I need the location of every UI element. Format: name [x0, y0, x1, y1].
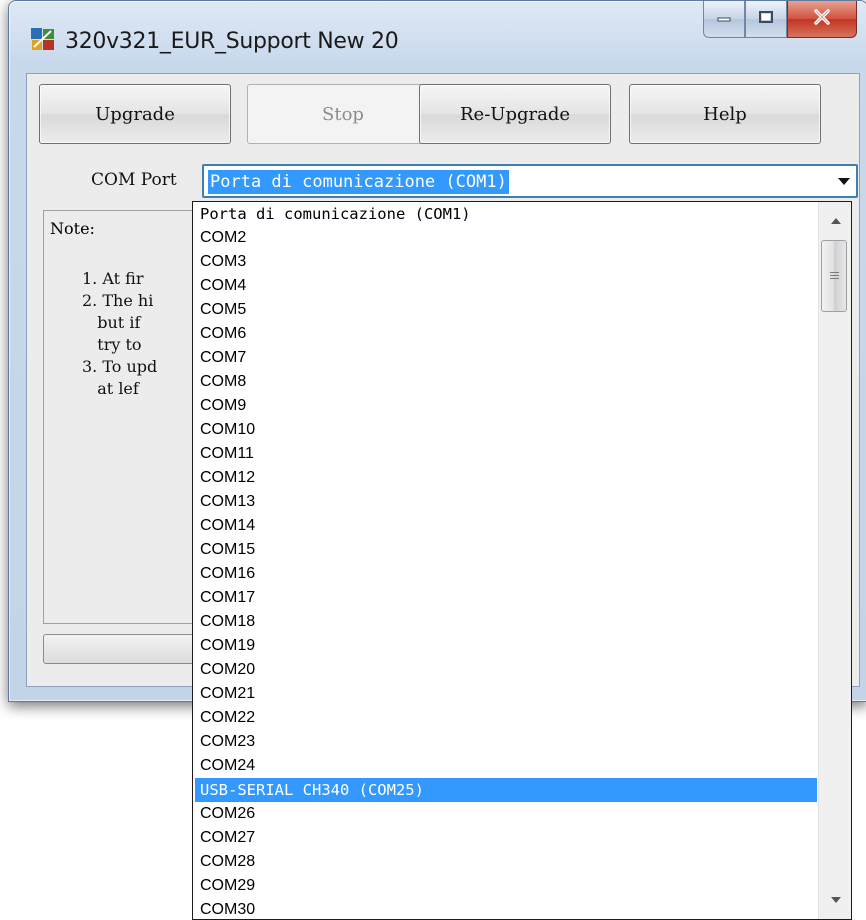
com-port-dropdown-list[interactable]: Porta di comunicazione (COM1) COM2 COM3 COM… [192, 201, 852, 920]
dropdown-option[interactable]: COM29 [195, 874, 817, 898]
grip-line [830, 272, 839, 273]
grip-line [830, 275, 839, 276]
dropdown-option[interactable]: COM15 [195, 538, 817, 562]
dropdown-option[interactable]: COM27 [195, 826, 817, 850]
close-button[interactable] [787, 1, 857, 38]
dropdown-option[interactable]: COM26 [195, 802, 817, 826]
dropdown-option[interactable]: COM12 [195, 466, 817, 490]
com-port-selected-value: Porta di comunicazione (COM1) [208, 170, 509, 194]
dropdown-option[interactable]: COM11 [195, 442, 817, 466]
minimize-button[interactable] [703, 1, 745, 38]
dropdown-option[interactable]: COM13 [195, 490, 817, 514]
scroll-down-icon[interactable] [831, 897, 841, 903]
scroll-up-icon[interactable] [831, 218, 841, 224]
dropdown-option[interactable]: COM8 [195, 370, 817, 394]
dropdown-option[interactable]: COM14 [195, 514, 817, 538]
stop-button[interactable]: Stop [247, 84, 439, 144]
dropdown-option[interactable]: COM2 [195, 226, 817, 250]
title-bar[interactable]: 320v321_EUR_Support New 20 [9, 1, 866, 73]
option-list: Porta di comunicazione (COM1) COM2 COM3 COM… [195, 202, 817, 919]
maximize-button[interactable] [745, 1, 787, 38]
scrollbar-thumb[interactable] [821, 240, 847, 312]
dropdown-option[interactable]: COM5 [195, 298, 817, 322]
upgrade-button[interactable]: Upgrade [39, 84, 231, 144]
close-icon [813, 8, 831, 30]
note-line: but if [82, 313, 141, 332]
dropdown-option[interactable]: COM20 [195, 658, 817, 682]
maximize-icon [758, 10, 774, 29]
note-title: Note: [50, 219, 95, 238]
dropdown-option[interactable]: COM18 [195, 610, 817, 634]
dropdown-option[interactable]: COM7 [195, 346, 817, 370]
com-port-select[interactable]: Porta di comunicazione (COM1) [202, 164, 858, 198]
dropdown-option[interactable]: COM23 [195, 730, 817, 754]
minimize-icon [716, 10, 732, 28]
dropdown-option[interactable]: COM17 [195, 586, 817, 610]
note-line: 3. To upd [82, 357, 158, 376]
dropdown-scrollbar[interactable] [818, 202, 851, 919]
dropdown-option[interactable]: USB-SERIAL CH340 (COM25) [195, 778, 817, 802]
dropdown-option[interactable]: COM3 [195, 250, 817, 274]
app-icon [31, 27, 55, 51]
dropdown-option[interactable]: COM30 [195, 898, 817, 919]
com-port-label: COM Port [91, 170, 177, 190]
dropdown-option[interactable]: COM24 [195, 754, 817, 778]
chevron-down-icon[interactable] [838, 178, 850, 185]
grip-line [830, 278, 839, 279]
note-line: 1. At fir [82, 269, 144, 288]
dropdown-option[interactable]: COM10 [195, 418, 817, 442]
note-line: at lef [82, 379, 139, 398]
caption-buttons [703, 1, 857, 41]
dropdown-option[interactable]: COM21 [195, 682, 817, 706]
dropdown-option[interactable]: COM19 [195, 634, 817, 658]
dropdown-option[interactable]: COM4 [195, 274, 817, 298]
note-line: try to [82, 335, 142, 354]
dropdown-option[interactable]: COM22 [195, 706, 817, 730]
dropdown-option[interactable]: COM16 [195, 562, 817, 586]
dropdown-option[interactable]: COM6 [195, 322, 817, 346]
re-upgrade-button[interactable]: Re-Upgrade [419, 84, 611, 144]
note-line: 2. The hi [82, 291, 154, 310]
help-button[interactable]: Help [629, 84, 821, 144]
dropdown-option[interactable]: COM9 [195, 394, 817, 418]
dropdown-option[interactable]: Porta di comunicazione (COM1) [195, 202, 817, 226]
window-title: 320v321_EUR_Support New 20 [65, 29, 399, 54]
dropdown-option[interactable]: COM28 [195, 850, 817, 874]
